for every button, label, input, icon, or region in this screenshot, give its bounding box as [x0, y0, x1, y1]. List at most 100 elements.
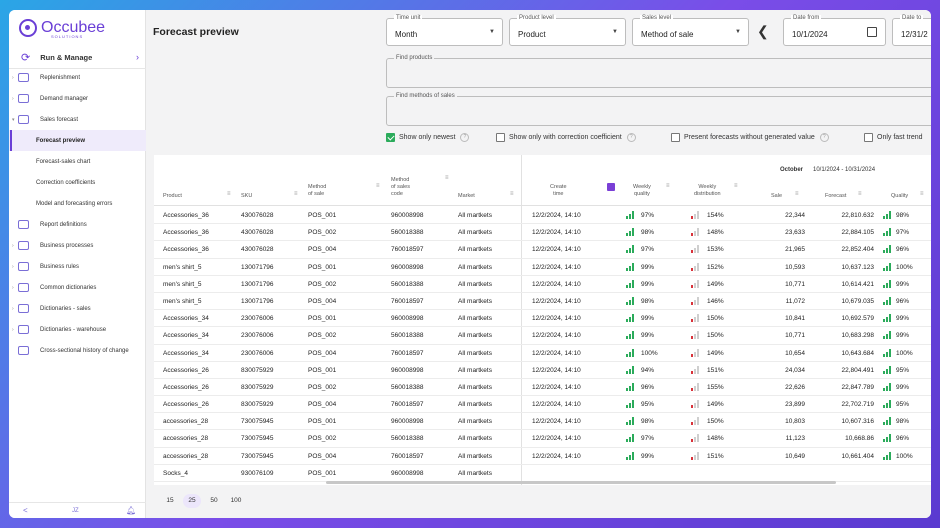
sidebar-item-cross-sectional-history-of-change[interactable]: Cross-sectional history of change: [9, 340, 146, 361]
no-generated-value-checkbox[interactable]: Present forecasts without generated valu…: [671, 133, 829, 142]
help-icon[interactable]: ?: [626, 133, 636, 142]
table-cell: 94%: [641, 366, 655, 374]
table-row[interactable]: Accessories_26 830075929 POS_001 960008998 A…: [154, 362, 931, 379]
find-products-field[interactable]: Find products: [386, 55, 931, 88]
date-to-field[interactable]: Date to 12/31/2: [892, 15, 931, 46]
quality-bars-icon: [883, 331, 891, 340]
table-row[interactable]: Accessories_36 430076028 POS_002 560018388 A…: [154, 224, 931, 242]
table-cell: 149%: [707, 349, 724, 357]
calendar-icon[interactable]: [867, 27, 877, 37]
table-cell: 760018597: [391, 297, 424, 305]
correction-coefficient-checkbox[interactable]: Show only with correction coefficient ?: [496, 133, 636, 142]
table-body: Accessories_36 430076028 POS_001 960008998 A…: [154, 207, 931, 482]
quality-bars-icon: [883, 417, 891, 426]
table-cell: POS_002: [308, 280, 337, 288]
table-row[interactable]: Accessories_34 230076006 POS_004 760018597 A…: [154, 345, 931, 362]
filter-icon[interactable]: ≡: [920, 191, 924, 197]
bell-icon[interactable]: 🔔︎: [126, 506, 136, 515]
table-cell: men's shirt_5: [163, 263, 202, 271]
table-row[interactable]: men's shirt_5 130071796 POS_002 560018388 Al…: [154, 276, 931, 293]
checkbox-checked-icon[interactable]: [386, 133, 395, 142]
col-sale[interactable]: Sale: [771, 193, 782, 200]
table-cell: 560018388: [391, 332, 424, 340]
filter-icon[interactable]: ≡: [795, 191, 799, 197]
table-row[interactable]: Accessories_26 830075929 POS_004 760018597 A…: [154, 396, 931, 414]
chevron-right-icon[interactable]: ›: [136, 52, 139, 62]
sidebar-item-business-processes[interactable]: › Business processes: [9, 235, 146, 256]
col-quality[interactable]: Quality: [891, 193, 908, 200]
help-icon[interactable]: ?: [819, 133, 829, 142]
table-row[interactable]: accessories_28 730075945 POS_002 560018388 A…: [154, 430, 931, 448]
col-weekly-quality[interactable]: Weekly quality: [633, 184, 651, 198]
table-cell: Socks_4: [163, 469, 188, 477]
filter-icon[interactable]: ≡: [227, 191, 231, 197]
table-cell: 22,884.105: [841, 229, 874, 237]
table-row[interactable]: Socks_4 930076109 POS_001 960008998 All mart…: [154, 465, 931, 482]
table-cell: 10,679.035: [841, 297, 874, 305]
col-forecast[interactable]: Forecast: [825, 193, 846, 200]
date-from-field[interactable]: Date from 10/1/2024: [783, 15, 886, 46]
table-row[interactable]: Accessories_34 230076006 POS_002 560018388 A…: [154, 327, 931, 345]
filter-icon[interactable]: ≡: [294, 191, 298, 197]
sidebar-item-dictionaries-warehouse[interactable]: › Dictionaries - warehouse: [9, 319, 146, 340]
fast-trend-checkbox[interactable]: Only fast trend: [864, 133, 923, 142]
filter-icon[interactable]: ≡: [734, 183, 738, 189]
col-method-code[interactable]: Method of sales code: [391, 177, 410, 198]
run-manage-header[interactable]: ⟳ Run & Manage ›: [9, 48, 146, 66]
sidebar-item-model-and-forecasting-errors[interactable]: Model and forecasting errors: [9, 193, 146, 214]
table-row[interactable]: Accessories_26 830075929 POS_002 560018388 A…: [154, 379, 931, 397]
table-cell: 23,633: [785, 229, 805, 237]
col-weekly-distribution[interactable]: Weekly distribution: [694, 184, 721, 198]
table-row[interactable]: accessories_28 730075945 POS_001 960008998 A…: [154, 413, 931, 431]
help-icon[interactable]: ?: [460, 133, 470, 142]
table-row[interactable]: Accessories_36 430076028 POS_004 760018597 A…: [154, 241, 931, 259]
page-size-option[interactable]: 100: [227, 494, 245, 508]
collapse-icon[interactable]: <: [23, 506, 28, 515]
table-row[interactable]: men's shirt_5 130071796 POS_004 760018597 Al…: [154, 293, 931, 311]
sidebar-item-forecast-preview[interactable]: Forecast preview: [9, 130, 146, 151]
product-level-select[interactable]: Product level Product ▼: [509, 15, 626, 46]
col-create-time[interactable]: Create time: [550, 184, 567, 198]
sidebar-item-common-dictionaries[interactable]: › Common dictionaries: [9, 277, 146, 298]
table-cell: 760018597: [391, 401, 424, 409]
sidebar: Occubee SOLUTIONS ⟳ Run & Manage › › Repl…: [9, 10, 146, 518]
col-market[interactable]: Market: [458, 193, 475, 200]
page-size-option[interactable]: 25: [183, 494, 201, 508]
sidebar-item-forecast-sales-chart[interactable]: Forecast-sales chart: [9, 151, 146, 172]
filter-icon[interactable]: ≡: [445, 175, 449, 181]
show-only-newest-checkbox[interactable]: Show only newest ?: [386, 133, 470, 142]
col-sku[interactable]: SKU: [241, 193, 252, 200]
find-methods-field[interactable]: Find methods of sales: [386, 93, 931, 126]
sidebar-item-dictionaries-sales[interactable]: › Dictionaries - sales: [9, 298, 146, 319]
table-cell: 12/2/2024, 14:10: [532, 315, 581, 323]
previous-period-button[interactable]: ❮: [757, 23, 769, 40]
sidebar-item-correction-coefficients[interactable]: Correction coefficients: [9, 172, 146, 193]
table-row[interactable]: men's shirt_5 130071796 POS_001 960008998 Al…: [154, 259, 931, 276]
filter-icon[interactable]: ≡: [510, 191, 514, 197]
filter-icon[interactable]: ≡: [858, 191, 862, 197]
sales-level-select[interactable]: Sales level Method of sale ▼: [632, 15, 749, 46]
table-cell: 960008998: [391, 418, 424, 426]
sidebar-item-sales-forecast[interactable]: ▾ Sales forecast: [9, 109, 146, 130]
filter-icon[interactable]: ≡: [376, 183, 380, 189]
filter-icon[interactable]: ≡: [666, 183, 670, 189]
user-avatar[interactable]: JZ: [72, 508, 79, 514]
table-cell: 99%: [641, 452, 655, 460]
sidebar-item-demand-manager[interactable]: › Demand manager: [9, 88, 146, 109]
active-filter-icon[interactable]: [607, 183, 615, 191]
sidebar-item-business-rules[interactable]: › Business rules: [9, 256, 146, 277]
table-row[interactable]: Accessories_36 430076028 POS_001 960008998 A…: [154, 207, 931, 225]
table-cell: 99%: [896, 315, 910, 323]
col-method[interactable]: Method of sale: [308, 184, 326, 198]
table-row[interactable]: Accessories_34 230076006 POS_001 960008998 A…: [154, 310, 931, 328]
table-cell: 97%: [641, 212, 655, 219]
time-unit-select[interactable]: Time unit Month ▼: [386, 15, 503, 46]
horizontal-scrollbar[interactable]: [326, 481, 836, 484]
table-row[interactable]: accessories_28 730075945 POS_004 760018597 A…: [154, 448, 931, 465]
page-size-option[interactable]: 15: [161, 494, 179, 508]
page-size-option[interactable]: 50: [205, 494, 223, 508]
table-cell: 10,607.316: [841, 418, 874, 426]
sidebar-item-report-definitions[interactable]: Report definitions: [9, 214, 146, 235]
sidebar-item-replenishment[interactable]: › Replenishment: [9, 67, 146, 88]
col-product[interactable]: Product: [163, 193, 182, 200]
